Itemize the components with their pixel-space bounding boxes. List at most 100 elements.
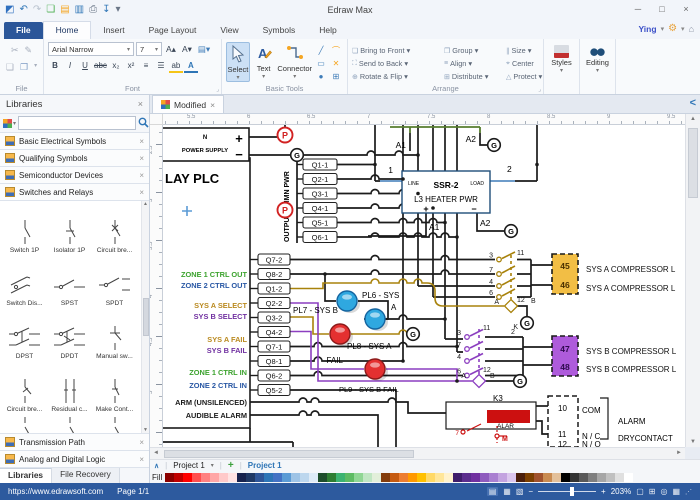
swatch-#A6A6A6[interactable] bbox=[597, 473, 606, 482]
swatch-#8B0000[interactable] bbox=[165, 473, 174, 482]
grow-font-button[interactable]: A▴ bbox=[164, 44, 178, 55]
paste-dropdown-icon[interactable]: ▾ bbox=[34, 62, 37, 73]
swatch-#843C0C[interactable] bbox=[381, 473, 390, 482]
presentation-view-icon[interactable]: ▧ bbox=[516, 487, 524, 496]
library-close-icon[interactable]: × bbox=[139, 438, 144, 447]
swatch-#C3A3E0[interactable] bbox=[498, 473, 507, 482]
library-group-qualifying-symbols[interactable]: Qualifying Symbols× bbox=[0, 150, 149, 167]
symbol-dpst[interactable]: DPST bbox=[2, 307, 47, 360]
swatch-#8FD694[interactable] bbox=[354, 473, 363, 482]
arrange-center[interactable]: ⌖Center bbox=[506, 57, 546, 70]
symbol-scrollbar[interactable]: ▲▼ bbox=[141, 201, 149, 433]
swatch-#9DC3E6[interactable] bbox=[291, 473, 300, 482]
library-group-basic-electrical-symbols[interactable]: Basic Electrical Symbols× bbox=[0, 133, 149, 150]
format-italic-button[interactable]: I bbox=[63, 60, 77, 73]
minimize-button[interactable]: ─ bbox=[626, 0, 650, 18]
project-tab[interactable]: Project 1 bbox=[173, 461, 205, 470]
swatch-#7030A0[interactable] bbox=[471, 473, 480, 482]
zoom-in-button[interactable]: + bbox=[601, 487, 606, 496]
libraries-close-icon[interactable]: × bbox=[138, 99, 143, 109]
swatch-#2F5597[interactable] bbox=[255, 473, 264, 482]
gear-icon[interactable]: ⚙ bbox=[668, 23, 677, 34]
arrange-bring-to-front[interactable]: ❏Bring to Front ▾ bbox=[352, 44, 444, 57]
arrange-send-to-back[interactable]: ⛶Send to Back ▾ bbox=[352, 57, 444, 70]
swatch-#E3C09A[interactable] bbox=[552, 473, 561, 482]
scroll-up-icon[interactable]: ▲ bbox=[143, 201, 148, 207]
scroll-left-icon[interactable]: ◄ bbox=[153, 450, 159, 456]
sidebar-tab-libraries[interactable]: Libraries bbox=[0, 468, 52, 483]
symbol-circuit-bre-[interactable]: Circuit bre... bbox=[92, 201, 137, 254]
swatch-#FFC9C9[interactable] bbox=[219, 473, 228, 482]
swatch-#FFD966[interactable] bbox=[426, 473, 435, 482]
swatch-#E2EFDA[interactable] bbox=[372, 473, 381, 482]
collapse-panel-icon[interactable]: < bbox=[690, 97, 696, 109]
swatch-#1D4D2B[interactable] bbox=[318, 473, 327, 482]
zoom-slider-knob[interactable] bbox=[570, 487, 574, 496]
symbol-manual-sw-[interactable]: Manual sw... bbox=[92, 307, 137, 360]
library-group-semiconductor-devices[interactable]: Semiconductor Devices× bbox=[0, 167, 149, 184]
format-bullets-button[interactable]: ☰ bbox=[154, 60, 168, 73]
arrange-align[interactable]: ≡Align ▾ bbox=[444, 57, 506, 70]
pages-grid-icon[interactable]: ▦ bbox=[672, 487, 680, 496]
symbol-partial[interactable] bbox=[2, 413, 47, 434]
format-superscript-button[interactable]: x² bbox=[124, 60, 138, 73]
symbol-switch-1p[interactable]: Switch 1P bbox=[2, 201, 47, 254]
more-dropdown-icon[interactable]: ▾ bbox=[116, 5, 121, 15]
swatch-#7B3F00[interactable] bbox=[525, 473, 534, 482]
swatch-#2E7D32[interactable] bbox=[327, 473, 336, 482]
resize-grip[interactable]: ⋰ bbox=[685, 488, 692, 496]
ellipse-tool-icon[interactable]: ● bbox=[314, 71, 328, 83]
arrange-protect[interactable]: △Protect ▾ bbox=[506, 70, 546, 83]
arrange-size[interactable]: ∥Size ▾ bbox=[506, 44, 546, 57]
swatch-#5B2D8E[interactable] bbox=[462, 473, 471, 482]
swatch-#7F7F7F[interactable] bbox=[588, 473, 597, 482]
tab-insert[interactable]: Insert bbox=[91, 22, 136, 39]
font-dialog-launcher[interactable]: ⌟ bbox=[216, 86, 219, 93]
scroll-right-icon[interactable]: ► bbox=[676, 450, 682, 456]
sidebar-tab-file-recovery[interactable]: File Recovery bbox=[52, 468, 120, 483]
pilot-lamps[interactable] bbox=[330, 291, 388, 381]
connection-point-icon[interactable]: ✕ bbox=[329, 58, 343, 70]
normal-view-icon[interactable]: ▤ bbox=[487, 487, 499, 496]
curve-tool-icon[interactable]: ⌒ bbox=[329, 45, 343, 57]
swatch-#FFC000[interactable] bbox=[417, 473, 426, 482]
page-tab-active[interactable]: Project 1 bbox=[248, 461, 282, 470]
library-group-switches-and-relays[interactable]: Switches and Relays× bbox=[0, 184, 149, 201]
format-subscript-button[interactable]: x₂ bbox=[109, 60, 123, 73]
symbol-isolator-1p[interactable]: Isolator 1P bbox=[47, 201, 92, 254]
symbol-residual-c-[interactable]: Residual c... bbox=[47, 360, 92, 413]
library-picker-button[interactable]: ▾ bbox=[3, 116, 16, 130]
swatch-#1F3864[interactable] bbox=[246, 473, 255, 482]
arrange-rotate-flip[interactable]: ⊕Rotate & Flip ▾ bbox=[352, 70, 444, 83]
close-button[interactable]: × bbox=[674, 0, 698, 18]
styles-button[interactable]: Styles ▾ bbox=[548, 42, 575, 74]
swatch-#FF4D4D[interactable] bbox=[192, 473, 201, 482]
format-highlight-button[interactable]: ab bbox=[169, 60, 183, 73]
symbol-circuit-bre-[interactable]: Circuit bre... bbox=[2, 360, 47, 413]
format-strike-button[interactable]: abc bbox=[93, 60, 108, 73]
connector-tool-button[interactable]: Connector ▾ bbox=[277, 42, 312, 82]
swatch-#ED7D31[interactable] bbox=[399, 473, 408, 482]
library-close-icon[interactable]: × bbox=[139, 455, 144, 464]
library-close-icon[interactable]: × bbox=[139, 188, 144, 197]
format-underline-button[interactable]: U bbox=[78, 60, 92, 73]
shrink-font-button[interactable]: A▾ bbox=[180, 44, 194, 55]
user-name[interactable]: Ying bbox=[638, 24, 656, 34]
home-icon[interactable]: ⌂ bbox=[689, 24, 694, 34]
symbol-dpdt[interactable]: DPDT bbox=[47, 307, 92, 360]
swatch-#595959[interactable] bbox=[579, 473, 588, 482]
swatch-#FFA6A6[interactable] bbox=[210, 473, 219, 482]
format-bold-button[interactable]: B bbox=[48, 60, 62, 73]
swatch-#A97FD1[interactable] bbox=[489, 473, 498, 482]
zoom-level[interactable]: 203% bbox=[611, 487, 631, 496]
rectangle-tool-icon[interactable]: ▭ bbox=[314, 58, 328, 70]
swatch-#FF0000[interactable] bbox=[183, 473, 192, 482]
swatch-#5B9BD5[interactable] bbox=[282, 473, 291, 482]
swatch-#17224D[interactable] bbox=[237, 473, 246, 482]
page-layout-view-icon[interactable]: ▦ bbox=[503, 487, 511, 496]
format-font-color-button[interactable]: A bbox=[184, 60, 198, 73]
format-painter-icon[interactable]: ✎ bbox=[25, 45, 33, 56]
ssr2-box[interactable] bbox=[402, 171, 490, 213]
library-close-icon[interactable]: × bbox=[139, 154, 144, 163]
align-dropdown-button[interactable]: ▤▾ bbox=[196, 44, 212, 55]
